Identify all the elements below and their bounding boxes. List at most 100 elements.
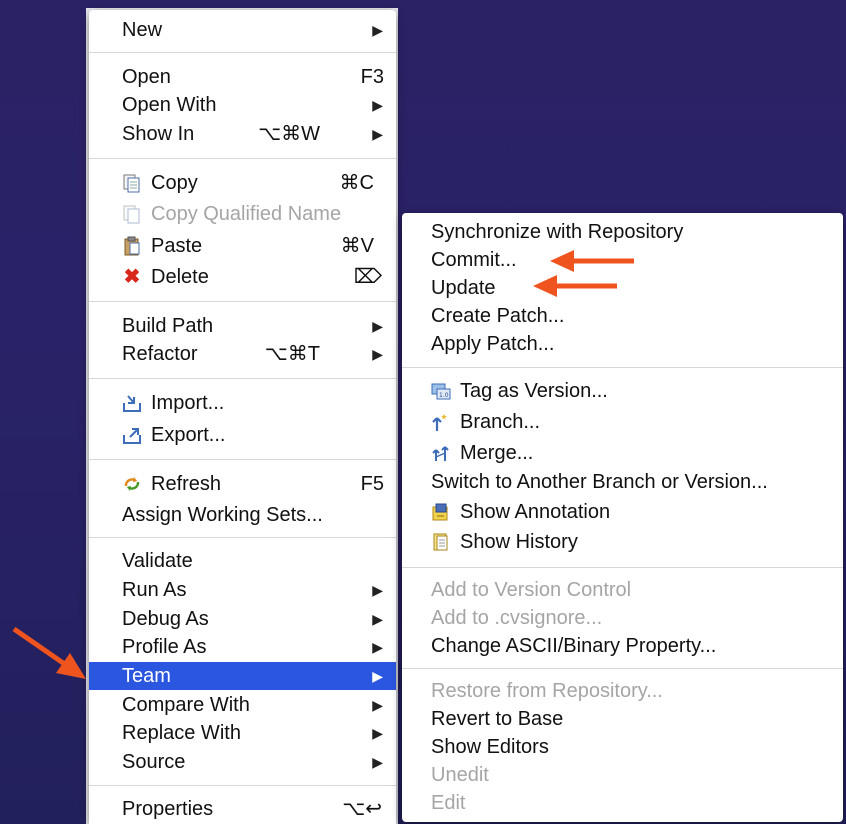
menu-item-label: Add to Version Control [431,579,632,601]
history-icon [431,532,451,552]
menu-item-export[interactable]: Export... [89,421,396,449]
submenu-item-show-editors[interactable]: Show Editors [402,733,843,761]
menu-item-open[interactable]: Open F3 [89,63,396,91]
team-annotation-arrow-icon [12,626,86,679]
menu-item-new[interactable]: New ▶ [89,16,396,44]
menu-separator [89,158,396,159]
menu-separator [89,52,396,53]
menu-item-label: Apply Patch... [431,333,555,355]
menu-item-label: Refresh [151,473,222,495]
update-annotation-arrow-icon [533,275,617,297]
submenu-item-switch-branch[interactable]: Switch to Another Branch or Version... [402,468,843,496]
menu-separator [89,537,396,538]
menu-item-open-with[interactable]: Open With ▶ [89,91,396,119]
menu-separator [89,459,396,460]
paste-icon [122,236,142,256]
submenu-arrow-icon: ▶ [372,754,383,770]
menu-item-label: Copy Qualified Name [151,203,342,225]
menu-item-label: Change ASCII/Binary Property... [431,635,717,657]
menu-item-run-as[interactable]: Run As ▶ [89,576,396,604]
menu-item-shortcut: ⌥↩ [342,798,382,820]
branch-icon [431,412,451,432]
submenu-item-add-to-version-control[interactable]: Add to Version Control [402,576,843,604]
menu-item-label: Compare With [122,694,250,716]
submenu-item-synchronize[interactable]: Synchronize with Repository [402,218,843,246]
submenu-arrow-icon: ▶ [372,668,383,684]
import-icon [122,393,142,413]
submenu-item-edit[interactable]: Edit [402,789,843,817]
menu-item-label: Show Editors [431,736,549,758]
submenu-item-add-to-cvsignore[interactable]: Add to .cvsignore... [402,604,843,632]
submenu-item-update[interactable]: Update [402,274,843,302]
menu-item-label: Import... [151,392,225,414]
menu-item-refactor[interactable]: Refactor ⌥⌘T ▶ [89,340,396,368]
menu-item-label: Replace With [122,722,241,744]
menu-item-label: Show History [460,531,578,553]
delete-icon: ✖ [123,266,141,288]
menu-item-label: Team [122,665,171,687]
menu-item-label: Open With [122,94,217,116]
submenu-arrow-icon: ▶ [372,639,383,655]
context-menu: New ▶ Open F3 Open With ▶ Show In ⌥⌘W ▶ … [89,10,396,824]
menu-item-shortcut: F3 [360,66,384,88]
menu-item-label: New [122,19,163,41]
menu-item-properties[interactable]: Properties ⌥↩ [89,795,396,823]
submenu-item-change-ascii-binary[interactable]: Change ASCII/Binary Property... [402,632,843,660]
menu-item-label: Tag as Version... [460,380,608,402]
menu-item-label: Branch... [460,411,541,433]
team-submenu: Synchronize with Repository Commit... Up… [402,213,843,822]
menu-item-label: Revert to Base [431,708,564,730]
menu-item-paste[interactable]: Paste ⌘V [89,232,396,260]
menu-item-copy-qualified-name[interactable]: Copy Qualified Name [89,200,396,228]
menu-item-shortcut: ⌥⌘T [264,343,320,365]
menu-item-profile-as[interactable]: Profile As ▶ [89,633,396,661]
menu-item-shortcut: ⌦ [353,266,382,288]
submenu-item-unedit[interactable]: Unedit [402,761,843,789]
menu-item-compare-with[interactable]: Compare With ▶ [89,691,396,719]
menu-item-label: Refactor [122,343,198,365]
menu-item-label: Edit [431,792,466,814]
menu-item-label: Switch to Another Branch or Version... [431,471,768,493]
submenu-item-merge[interactable]: Merge... [402,439,843,467]
annotation-icon [431,502,451,522]
submenu-item-create-patch[interactable]: Create Patch... [402,302,843,330]
export-icon [122,425,142,445]
menu-item-build-path[interactable]: Build Path ▶ [89,312,396,340]
menu-item-label: Export... [151,424,226,446]
menu-item-team[interactable]: Team ▶ [89,662,396,690]
submenu-item-apply-patch[interactable]: Apply Patch... [402,330,843,358]
menu-item-shortcut: F5 [360,473,384,495]
refresh-icon [122,474,142,494]
menu-item-label: Assign Working Sets... [122,504,323,526]
menu-item-label: Create Patch... [431,305,565,327]
menu-item-label: Commit... [431,249,517,271]
submenu-item-branch[interactable]: Branch... [402,408,843,436]
menu-item-debug-as[interactable]: Debug As ▶ [89,605,396,633]
submenu-arrow-icon: ▶ [372,346,383,362]
submenu-item-show-history[interactable]: Show History [402,528,843,556]
submenu-item-restore-from-repository[interactable]: Restore from Repository... [402,677,843,705]
menu-item-label: Run As [122,579,187,601]
menu-item-validate[interactable]: Validate [89,547,396,575]
submenu-item-tag-as-version[interactable]: 1.0 Tag as Version... [402,377,843,405]
menu-item-refresh[interactable]: Refresh F5 [89,470,396,498]
submenu-arrow-icon: ▶ [372,22,383,38]
menu-item-import[interactable]: Import... [89,389,396,417]
menu-item-source[interactable]: Source ▶ [89,748,396,776]
submenu-item-show-annotation[interactable]: Show Annotation [402,498,843,526]
submenu-item-revert-to-base[interactable]: Revert to Base [402,705,843,733]
menu-item-replace-with[interactable]: Replace With ▶ [89,719,396,747]
menu-item-label: Restore from Repository... [431,680,663,702]
menu-item-label: Source [122,751,186,773]
menu-separator [402,668,843,669]
menu-item-label: Copy [151,172,198,194]
menu-item-label: Paste [151,235,203,257]
menu-item-label: Unedit [431,764,489,786]
menu-item-copy[interactable]: Copy ⌘C [89,169,396,197]
menu-item-label: Properties [122,798,214,820]
menu-separator [402,567,843,568]
menu-item-label: Open [122,66,171,88]
menu-item-delete[interactable]: ✖ Delete ⌦ [89,263,396,291]
menu-item-show-in[interactable]: Show In ⌥⌘W ▶ [89,120,396,148]
menu-item-assign-working-sets[interactable]: Assign Working Sets... [89,501,396,529]
